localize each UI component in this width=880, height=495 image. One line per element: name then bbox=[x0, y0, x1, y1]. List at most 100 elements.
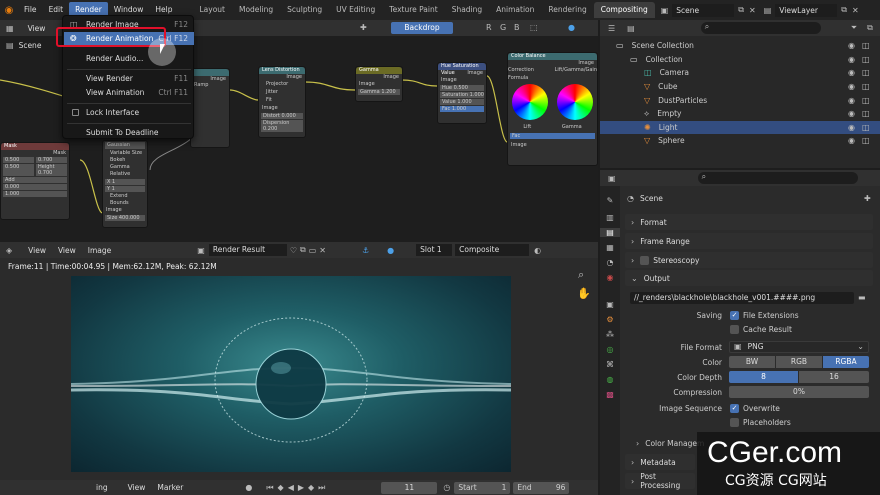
render-camera-icon[interactable]: ◫ bbox=[862, 136, 870, 145]
stereoscopy-checkbox[interactable] bbox=[640, 255, 650, 265]
checkbox-unchecked[interactable] bbox=[730, 418, 739, 427]
render-camera-icon[interactable]: ◫ bbox=[862, 82, 870, 91]
channel-b-icon[interactable]: B bbox=[514, 23, 520, 32]
outliner-row-light[interactable]: ✺ Light ◉ ◫ bbox=[600, 120, 880, 135]
color-rgb-button[interactable]: RGB bbox=[776, 356, 822, 368]
eye-icon[interactable]: ◉ bbox=[848, 82, 855, 91]
outliner-row-camera[interactable]: ◫ Camera ◉ ◫ bbox=[600, 66, 880, 80]
zoom-icon[interactable]: ⌕ bbox=[578, 268, 584, 282]
color-depth-8-button[interactable]: 8 bbox=[729, 371, 798, 383]
particles-tab-icon[interactable]: ⁂ bbox=[600, 330, 620, 339]
node-field[interactable]: Height 0.700 bbox=[36, 164, 67, 176]
node-view-menu[interactable]: View bbox=[28, 24, 46, 33]
tab-sculpting[interactable]: Sculpting bbox=[280, 2, 329, 18]
checkbox-checked[interactable]: ✓ bbox=[730, 311, 739, 320]
pin-icon[interactable]: ✚ bbox=[864, 194, 871, 203]
tab-compositing[interactable]: Compositing bbox=[593, 2, 655, 18]
menu-item-view-render[interactable]: View Render F11 bbox=[64, 72, 194, 85]
timeline-marker-menu[interactable]: Marker bbox=[157, 483, 183, 492]
eye-icon[interactable]: ◉ bbox=[848, 68, 855, 77]
eye-icon[interactable]: ◉ bbox=[848, 123, 855, 132]
tab-uv-editing[interactable]: UV Editing bbox=[329, 2, 382, 18]
delete-viewlayer-icon[interactable]: ✕ bbox=[852, 6, 859, 15]
node-color-balance[interactable]: Color Balance Image Correction Formula L… bbox=[507, 52, 598, 166]
viewlayer-browse-icon[interactable]: ▤ bbox=[764, 6, 772, 15]
node-field[interactable]: X 1 bbox=[105, 179, 145, 185]
jump-end-icon[interactable]: ⏭ bbox=[318, 483, 325, 493]
zoom-fit-icon[interactable]: ⬚ bbox=[530, 23, 538, 32]
panel-metadata[interactable]: › Metadata bbox=[625, 454, 695, 470]
overwrite-toggle[interactable]: ✓ Overwrite bbox=[730, 404, 780, 413]
outliner-row-cube[interactable]: ▽ Cube ◉ ◫ bbox=[600, 80, 880, 94]
data-tab-icon[interactable]: ◍ bbox=[600, 375, 620, 384]
output-tab-icon[interactable]: ▤ bbox=[600, 228, 620, 237]
preview-range-icon[interactable]: ◷ bbox=[443, 483, 450, 492]
render-camera-icon[interactable]: ◫ bbox=[862, 109, 870, 118]
node-field[interactable]: Gaussian bbox=[105, 142, 145, 149]
tool-tab-icon[interactable]: ✎ bbox=[600, 196, 620, 205]
breadcrumb-scene[interactable]: Scene bbox=[19, 41, 42, 50]
blender-logo-icon[interactable]: ◉ bbox=[0, 5, 18, 16]
next-keyframe-icon[interactable]: ◆ bbox=[308, 483, 314, 492]
scene-selector[interactable]: Scene bbox=[672, 3, 735, 17]
render-camera-icon[interactable]: ◫ bbox=[862, 41, 870, 50]
image-view-menu[interactable]: View bbox=[28, 246, 46, 255]
lift-color-wheel[interactable] bbox=[512, 84, 549, 120]
editor-type-icon[interactable]: ▦ bbox=[6, 24, 14, 33]
outliner-row-dustparticles[interactable]: ▽ DustParticles ◉ ◫ bbox=[600, 93, 880, 107]
color-bw-button[interactable]: BW bbox=[729, 356, 775, 368]
outliner-row-empty[interactable]: ⟡ Empty ◉ ◫ bbox=[600, 107, 880, 121]
node-field[interactable]: Saturation 1.000 bbox=[440, 92, 484, 98]
outliner-row-scene collection[interactable]: ▭ Scene Collection ◉ ◫ bbox=[600, 39, 880, 53]
tab-rendering[interactable]: Rendering bbox=[541, 2, 593, 18]
gamma-color-wheel[interactable] bbox=[556, 84, 593, 120]
world-tab-icon[interactable]: ◉ bbox=[600, 273, 620, 282]
panel-frame-range[interactable]: › Frame Range bbox=[625, 233, 873, 249]
compression-slider[interactable]: 0% bbox=[729, 386, 869, 398]
tab-layout[interactable]: Layout bbox=[192, 2, 232, 18]
node-field[interactable]: Y 1 bbox=[105, 186, 145, 192]
editor-type-icon[interactable]: ▣ bbox=[608, 174, 616, 183]
node-hue-saturation[interactable]: Hue Saturation Value Image Image Hue 0.5… bbox=[437, 62, 487, 124]
image-editor[interactable]: Frame:11 | Time:00:04.95 | Mem:62.12M, P… bbox=[0, 242, 598, 480]
editor-type-icon[interactable]: ◈ bbox=[6, 246, 12, 255]
node-field[interactable]: 0.000 bbox=[3, 184, 67, 190]
tab-texture-paint[interactable]: Texture Paint bbox=[382, 2, 444, 18]
render-camera-icon[interactable]: ◫ bbox=[862, 55, 870, 64]
image-view2-menu[interactable]: View bbox=[58, 246, 76, 255]
node-field[interactable]: Dispersion 0.200 bbox=[261, 120, 303, 132]
display-mode-icon[interactable]: ▤ bbox=[627, 24, 635, 33]
image-menu[interactable]: Image bbox=[88, 246, 112, 255]
scene-tab-icon[interactable]: ◔ bbox=[600, 258, 620, 267]
render-camera-icon[interactable]: ◫ bbox=[862, 96, 870, 105]
display-channels-icon[interactable]: ● bbox=[387, 246, 394, 255]
outliner-row-collection[interactable]: ▭ Collection ◉ ◫ bbox=[600, 53, 880, 67]
node-field[interactable]: 1.000 bbox=[3, 191, 67, 197]
fake-user-icon[interactable]: ♡ bbox=[290, 246, 297, 255]
delete-scene-icon[interactable]: ✕ bbox=[749, 6, 756, 15]
viewlayer-selector[interactable]: ViewLayer bbox=[775, 3, 838, 17]
channel-g-icon[interactable]: G bbox=[500, 23, 506, 32]
properties-search[interactable]: ⌕ bbox=[697, 172, 858, 184]
placeholders-toggle[interactable]: Placeholders bbox=[730, 418, 791, 427]
eye-icon[interactable]: ◉ bbox=[848, 41, 855, 50]
panel-format[interactable]: › Format bbox=[625, 214, 873, 230]
node-partial[interactable]: Image Ramp bbox=[190, 68, 230, 148]
render-tab-icon[interactable]: ▥ bbox=[600, 213, 620, 222]
tab-animation[interactable]: Animation bbox=[489, 2, 541, 18]
lock-interface-checkbox[interactable] bbox=[72, 109, 79, 116]
node-gamma[interactable]: Gamma Image Image Gamma 1.200 bbox=[355, 66, 403, 102]
panel-post-processing[interactable]: › Post Processing bbox=[625, 472, 695, 490]
start-frame-field[interactable]: Start 1 bbox=[454, 481, 511, 494]
new-viewlayer-icon[interactable]: ⧉ bbox=[841, 5, 847, 15]
channel-r-icon[interactable]: R bbox=[486, 23, 492, 32]
playback-menu[interactable]: ing bbox=[96, 483, 108, 492]
image-browse-icon[interactable]: ▣ bbox=[197, 246, 205, 255]
object-tab-icon[interactable]: ▣ bbox=[600, 300, 620, 309]
menu-file[interactable]: File bbox=[18, 2, 43, 18]
menu-item-lock-interface[interactable]: Lock Interface bbox=[64, 106, 194, 119]
render-result-selector[interactable]: Render Result bbox=[208, 244, 287, 256]
scene-browse-icon[interactable]: ▣ bbox=[661, 6, 669, 15]
color-rgba-button[interactable]: RGBA bbox=[823, 356, 869, 368]
eye-icon[interactable]: ◉ bbox=[848, 109, 855, 118]
